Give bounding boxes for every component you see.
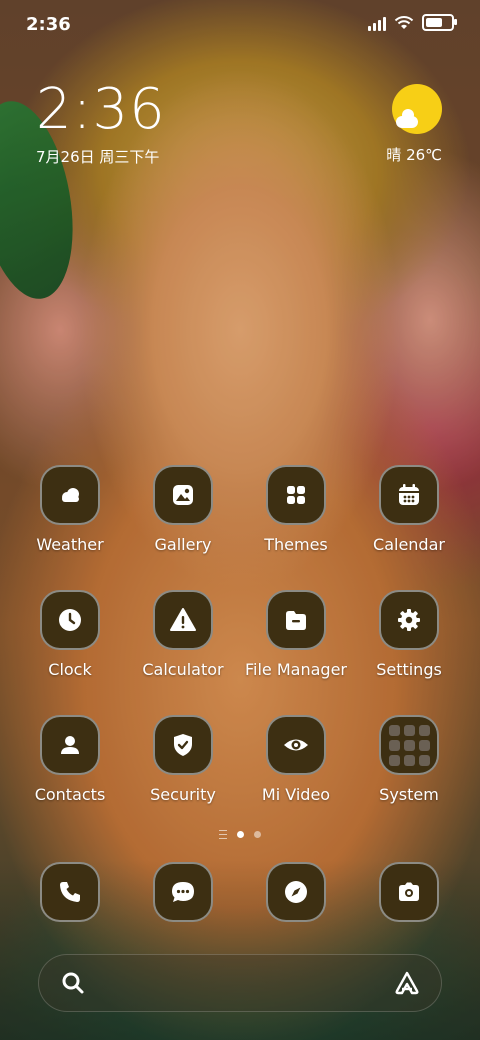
- gear-icon: [379, 590, 439, 650]
- app-gallery[interactable]: Gallery: [128, 465, 238, 554]
- status-bar: 2:36: [0, 0, 480, 50]
- dock-phone[interactable]: [15, 862, 125, 922]
- phone-icon: [40, 862, 100, 922]
- app-label: System: [379, 785, 439, 804]
- battery-icon: [422, 14, 457, 31]
- messages-icon: [153, 862, 213, 922]
- folder-icon: [266, 590, 326, 650]
- eye-icon: [266, 715, 326, 775]
- dock-messages[interactable]: [128, 862, 238, 922]
- widget-date: 7月26日 周三下午: [36, 148, 160, 166]
- themes-icon: [266, 465, 326, 525]
- shield-icon: [153, 715, 213, 775]
- app-label: Gallery: [154, 535, 212, 554]
- app-label: File Manager: [245, 660, 347, 679]
- page-list-icon: [219, 830, 227, 839]
- dock-camera[interactable]: [354, 862, 464, 922]
- contacts-icon: [40, 715, 100, 775]
- page-dot: [254, 831, 261, 838]
- app-label: Clock: [48, 660, 92, 679]
- app-security[interactable]: Security: [128, 715, 238, 804]
- battery-fill: [426, 18, 442, 27]
- app-file-manager[interactable]: File Manager: [241, 590, 351, 679]
- folder-grid-icon: [379, 715, 439, 775]
- clock-icon: [40, 590, 100, 650]
- weather-icon: [40, 465, 100, 525]
- assistant-icon[interactable]: [393, 969, 421, 997]
- app-themes[interactable]: Themes: [241, 465, 351, 554]
- clock-widget[interactable]: 2:36 7月26日 周三下午: [36, 82, 166, 167]
- weather-widget[interactable]: 晴 26℃: [386, 84, 442, 165]
- app-mi-video[interactable]: Mi Video: [241, 715, 351, 804]
- gallery-icon: [153, 465, 213, 525]
- camera-icon: [379, 862, 439, 922]
- app-calendar[interactable]: Calendar: [354, 465, 464, 554]
- app-label: Calendar: [373, 535, 445, 554]
- app-clock[interactable]: Clock: [15, 590, 125, 679]
- app-calculator[interactable]: Calculator: [128, 590, 238, 679]
- app-system-folder[interactable]: System: [354, 715, 464, 804]
- app-settings[interactable]: Settings: [354, 590, 464, 679]
- app-weather[interactable]: Weather: [15, 465, 125, 554]
- status-icons: [368, 14, 457, 31]
- search-bar[interactable]: [38, 954, 442, 1012]
- app-label: Themes: [264, 535, 328, 554]
- status-time: 2:36: [26, 14, 71, 35]
- compass-icon: [266, 862, 326, 922]
- app-label: Calculator: [142, 660, 224, 679]
- app-contacts[interactable]: Contacts: [15, 715, 125, 804]
- weather-temp: 晴 26℃: [386, 146, 442, 164]
- calculator-icon: [153, 590, 213, 650]
- app-label: Settings: [376, 660, 442, 679]
- sunny-icon: [392, 84, 442, 134]
- page-indicator[interactable]: [0, 830, 480, 839]
- dock-browser[interactable]: [241, 862, 351, 922]
- calendar-icon: [379, 465, 439, 525]
- app-label: Security: [150, 785, 216, 804]
- signal-icon: [368, 15, 386, 31]
- widget-clock-time: 2:36: [36, 77, 166, 142]
- app-label: Mi Video: [261, 785, 331, 804]
- folder-mini-apps: [388, 724, 430, 766]
- app-label: Weather: [36, 535, 104, 554]
- search-icon[interactable]: [59, 969, 87, 997]
- app-label: Contacts: [34, 785, 106, 804]
- page-dot-active: [237, 831, 244, 838]
- wifi-icon: [394, 15, 414, 29]
